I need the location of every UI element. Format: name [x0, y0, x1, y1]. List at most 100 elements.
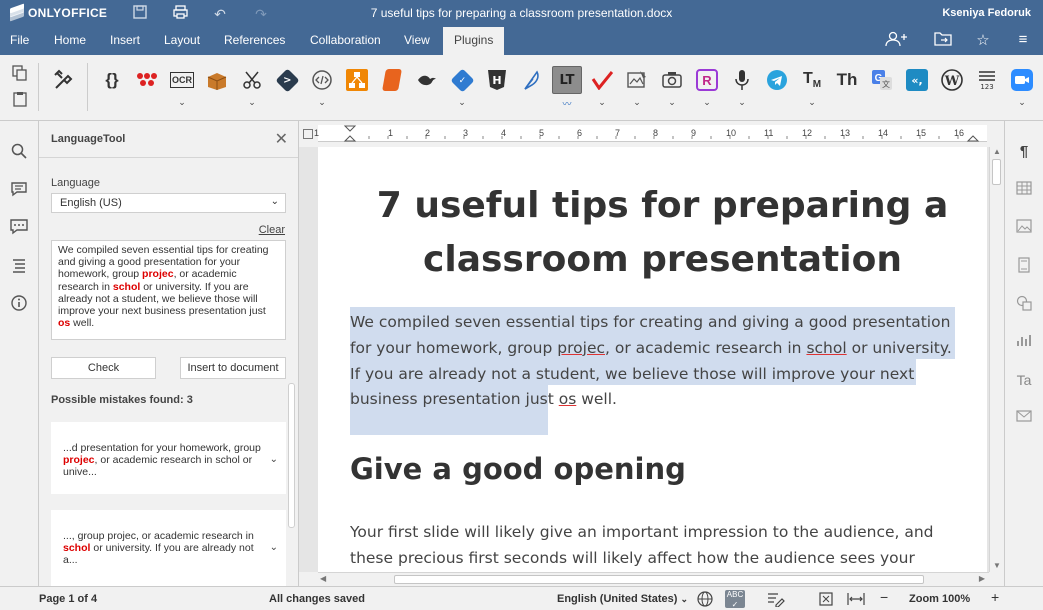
user-name[interactable]: Kseniya Fedoruk: [942, 7, 1031, 19]
word-count-icon[interactable]: 123: [973, 65, 1001, 95]
check-text-area[interactable]: We compiled seven essential tips for cre…: [51, 240, 286, 340]
misspelled-word[interactable]: schol: [806, 339, 846, 357]
document-paragraph[interactable]: Your first slide will likely give an imp…: [350, 520, 965, 572]
scrollbar-thumb[interactable]: [394, 575, 924, 584]
image-settings-icon[interactable]: [1015, 219, 1033, 237]
search-icon[interactable]: [9, 143, 29, 163]
section-heading[interactable]: Give a good opening: [350, 452, 686, 486]
th-icon[interactable]: Th: [833, 65, 861, 95]
microphone-icon[interactable]: [728, 65, 756, 95]
photo-editor-icon[interactable]: [133, 65, 161, 95]
header-footer-icon[interactable]: [1015, 257, 1033, 275]
panel-scrollbar[interactable]: [288, 383, 295, 528]
chevron-down-icon[interactable]: ⌄: [798, 97, 826, 108]
chevron-down-icon[interactable]: ⌄: [588, 97, 616, 108]
chevron-down-icon[interactable]: ⌄: [623, 97, 651, 108]
tab-references[interactable]: References: [214, 27, 295, 55]
open-folder-icon[interactable]: [932, 31, 954, 50]
code-braces-icon[interactable]: {}: [98, 65, 126, 95]
glavred-bird-icon[interactable]: [413, 65, 441, 95]
mistake-card[interactable]: ..., group projec, or academic research …: [51, 510, 286, 586]
text-art-icon[interactable]: Ta: [1015, 371, 1033, 389]
scroll-left-icon[interactable]: ◀: [320, 574, 326, 583]
drawio-icon[interactable]: [343, 65, 371, 95]
rainbow-r-icon[interactable]: R: [693, 65, 721, 95]
fit-to-width-icon[interactable]: [847, 591, 865, 610]
tab-insert[interactable]: Insert: [100, 27, 150, 55]
zoom-level[interactable]: Zoom 100%: [909, 593, 970, 605]
html-code-icon[interactable]: [308, 65, 336, 95]
slides-icon[interactable]: [378, 65, 406, 95]
close-icon[interactable]: ✕: [275, 129, 288, 149]
mendeley-feather-icon[interactable]: [518, 65, 546, 95]
table-settings-icon[interactable]: [1015, 181, 1033, 199]
diagram-editor-icon[interactable]: [623, 65, 651, 95]
favorite-star-icon[interactable]: ☆: [972, 31, 994, 49]
tab-stop-selector[interactable]: [303, 129, 313, 139]
tab-file[interactable]: File: [0, 27, 39, 55]
chevron-down-icon[interactable]: ⌄: [270, 542, 278, 554]
navigation-icon[interactable]: [9, 257, 29, 277]
clear-link[interactable]: Clear: [259, 224, 285, 236]
typograf-box-icon[interactable]: [203, 65, 231, 95]
document-canvas[interactable]: 7 useful tips for preparing a classroom …: [299, 147, 989, 572]
chevron-down-icon[interactable]: ⌄: [238, 97, 266, 108]
chat-icon[interactable]: [9, 219, 29, 239]
chevron-down-icon[interactable]: ⌄: [168, 97, 196, 108]
tab-home[interactable]: Home: [44, 27, 96, 55]
chevron-down-icon[interactable]: ⌄: [693, 97, 721, 108]
tab-collaboration[interactable]: Collaboration: [300, 27, 391, 55]
macros-icon[interactable]: [50, 65, 78, 95]
chevron-down-icon[interactable]: ⌄: [658, 97, 686, 108]
info-icon[interactable]: [9, 295, 29, 315]
check-button[interactable]: Check: [51, 357, 156, 379]
chevron-down-icon[interactable]: ⌄: [308, 97, 336, 108]
apertium-icon[interactable]: «,: [903, 65, 931, 95]
wordpress-icon[interactable]: W: [938, 65, 966, 95]
scissors-icon[interactable]: [238, 65, 266, 95]
photo-camera-icon[interactable]: [658, 65, 686, 95]
tab-layout[interactable]: Layout: [154, 27, 210, 55]
html-editor-icon[interactable]: ✓: [448, 65, 476, 95]
verbum-check-icon[interactable]: [588, 65, 616, 95]
copy-icon[interactable]: [6, 63, 34, 83]
horizontal-ruler[interactable]: 1 1 2 3 4 5 6 7 8 9 10 11 12 13 14 15 16: [314, 125, 987, 142]
zoom-in-icon[interactable]: +: [991, 589, 999, 605]
tab-plugins[interactable]: Plugins: [443, 27, 505, 55]
zoom-video-icon[interactable]: [1008, 65, 1036, 95]
scroll-up-icon[interactable]: ▲: [993, 147, 1001, 156]
zoom-out-icon[interactable]: −: [880, 589, 888, 605]
tm-icon[interactable]: TM: [798, 65, 826, 95]
spell-check-icon[interactable]: ABC ✓: [725, 590, 745, 609]
html5-icon[interactable]: H: [483, 65, 511, 95]
languagetool-icon[interactable]: LT: [550, 65, 584, 95]
paragraph-settings-icon[interactable]: ¶: [1015, 143, 1033, 161]
ocr-icon[interactable]: OCR: [168, 65, 196, 95]
document-page[interactable]: 7 useful tips for preparing a classroom …: [318, 147, 987, 572]
vertical-scrollbar[interactable]: ▲ ▼: [989, 147, 1003, 572]
telegram-icon[interactable]: [763, 65, 791, 95]
mail-merge-icon[interactable]: [1015, 409, 1033, 427]
add-user-icon[interactable]: [885, 31, 907, 51]
thesaurus-icon[interactable]: >: [273, 65, 301, 95]
misspelled-word[interactable]: projec: [557, 339, 605, 357]
document-paragraph[interactable]: We compiled seven essential tips for cre…: [350, 310, 960, 413]
chevron-down-icon[interactable]: ⌄: [1008, 97, 1036, 108]
page-indicator[interactable]: Page 1 of 4: [39, 593, 97, 605]
globe-icon[interactable]: [697, 591, 713, 610]
google-translate-icon[interactable]: G文: [868, 65, 896, 95]
chart-settings-icon[interactable]: [1015, 333, 1033, 351]
paste-icon[interactable]: [6, 89, 34, 109]
tab-view[interactable]: View: [394, 27, 440, 55]
document-language[interactable]: English (United States) ⌄: [557, 593, 688, 605]
language-select[interactable]: English (US) ⌄: [51, 193, 286, 213]
fit-to-page-icon[interactable]: [818, 591, 834, 610]
scrollbar-thumb[interactable]: [992, 159, 1001, 185]
document-heading[interactable]: 7 useful tips for preparing a classroom …: [350, 179, 975, 287]
comments-icon[interactable]: [9, 181, 29, 201]
chevron-down-icon[interactable]: ⌄: [270, 454, 278, 466]
shape-settings-icon[interactable]: [1015, 295, 1033, 313]
chevron-down-icon[interactable]: ⌄: [728, 97, 756, 108]
insert-to-document-button[interactable]: Insert to document: [180, 357, 286, 379]
horizontal-scrollbar[interactable]: ◀ ▶: [318, 572, 989, 586]
